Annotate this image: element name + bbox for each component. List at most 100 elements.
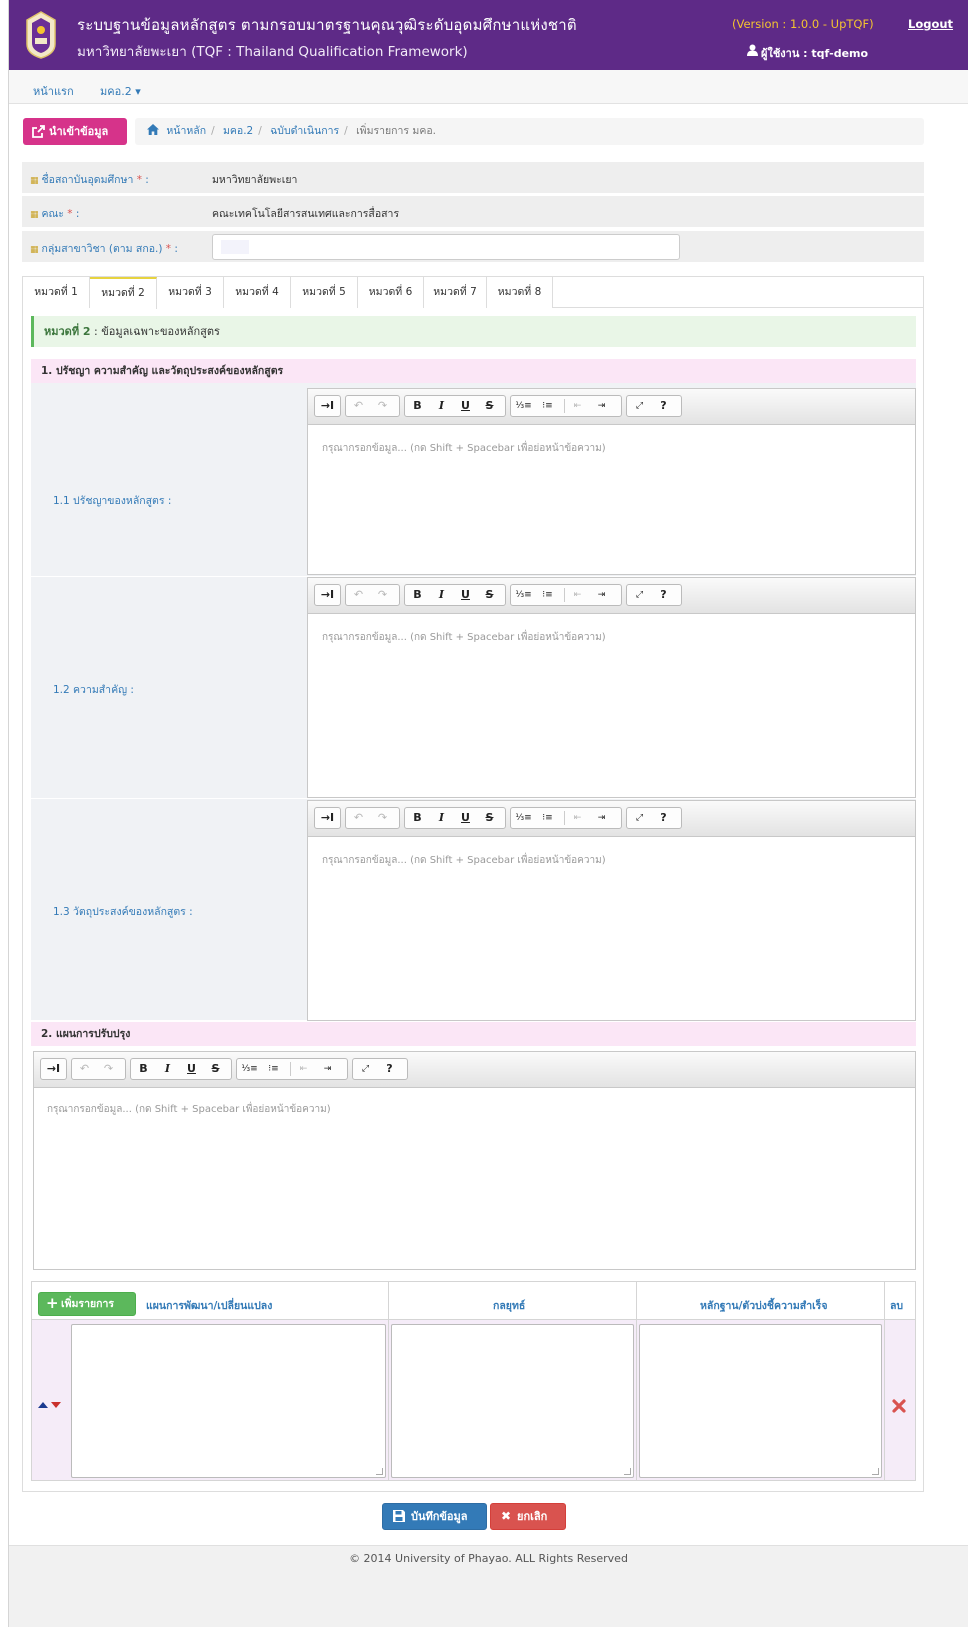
rich-text-editor-philosophy[interactable]: →I ↶ ↷ B I U S ⅓≡ ⁝≡ ⇤ ⇥ ⤢? กรุณากรอกข้อมูล... (กด … xyxy=(307,388,916,575)
tab-section-2[interactable]: หมวดที่ 2 xyxy=(90,277,157,309)
editor-redo-button[interactable]: ↷ xyxy=(373,808,392,828)
editor-placeholder[interactable]: กรุณากรอกข้อมูล... (กด Shift + Spacebar … xyxy=(322,630,606,645)
editor-indent2-button[interactable]: ⇥ xyxy=(318,1059,337,1079)
field-group-row: ▦ กลุ่มสาขาวิชา (ตาม สกอ.) * : xyxy=(22,231,924,262)
tab-section-7[interactable]: หมวดที่ 7 xyxy=(424,277,487,308)
editor-help-button[interactable]: ? xyxy=(380,1059,399,1079)
editor-help-button[interactable]: ? xyxy=(654,396,673,416)
resize-grip-icon[interactable] xyxy=(624,1468,631,1475)
editor-fullscreen-button[interactable]: ⤢ xyxy=(630,808,649,828)
tab-section-4[interactable]: หมวดที่ 4 xyxy=(224,277,291,308)
editor-button-group: ↶ ↷ xyxy=(71,1058,126,1080)
grid-icon: ▦ xyxy=(30,176,39,186)
editor-undo-button[interactable]: ↶ xyxy=(75,1059,94,1079)
editor-italic-button[interactable]: I xyxy=(158,1059,177,1079)
editor-placeholder[interactable]: กรุณากรอกข้อมูล... (กด Shift + Spacebar … xyxy=(322,853,606,868)
rich-text-editor-improvement-plan[interactable]: →I ↶ ↷ B I U S ⅓≡ ⁝≡ ⇤ ⇥ ⤢? กรุณากรอกข้อมูล... (กด … xyxy=(33,1051,916,1270)
editor-fullscreen-button[interactable]: ⤢ xyxy=(630,396,649,416)
editor-strike-button[interactable]: S xyxy=(480,396,499,416)
editor-help-button[interactable]: ? xyxy=(654,585,673,605)
editor-ol-button[interactable]: ⅓≡ xyxy=(514,585,533,605)
editor-placeholder[interactable]: กรุณากรอกข้อมูล... (กด Shift + Spacebar … xyxy=(47,1102,331,1117)
editor-bold-button[interactable]: B xyxy=(134,1059,153,1079)
editor-indent-button[interactable]: →I xyxy=(318,585,337,605)
editor-outdent-button[interactable]: ⇤ xyxy=(568,396,587,416)
editor-indent2-button[interactable]: ⇥ xyxy=(592,396,611,416)
field-group-input[interactable] xyxy=(212,234,680,260)
editor-ul-button[interactable]: ⁝≡ xyxy=(264,1059,283,1079)
resize-grip-icon[interactable] xyxy=(872,1468,879,1475)
editor-ul-button[interactable]: ⁝≡ xyxy=(538,808,557,828)
save-button[interactable]: บันทึกข้อมูล xyxy=(382,1503,487,1530)
editor-ul-button[interactable]: ⁝≡ xyxy=(538,396,557,416)
rich-text-editor-significance[interactable]: →I ↶ ↷ B I U S ⅓≡ ⁝≡ ⇤ ⇥ ⤢? กรุณากรอกข้อมูล... (กด … xyxy=(307,577,916,798)
editor-italic-button[interactable]: I xyxy=(432,808,451,828)
editor-redo-button[interactable]: ↷ xyxy=(373,396,392,416)
editor-fullscreen-button[interactable]: ⤢ xyxy=(356,1059,375,1079)
editor-button-group: ⅓≡ ⁝≡ ⇤ ⇥ xyxy=(236,1058,348,1080)
rich-text-editor-objectives[interactable]: →I ↶ ↷ B I U S ⅓≡ ⁝≡ ⇤ ⇥ ⤢? กรุณากรอกข้อมูล... (กด … xyxy=(307,800,916,1021)
app-subtitle: มหาวิทยาลัยพะเยา (TQF : Thailand Qualifi… xyxy=(77,44,468,60)
tab-section-3[interactable]: หมวดที่ 3 xyxy=(157,277,224,308)
tab-bar: หมวดที่ 1 หมวดที่ 2 หมวดที่ 3 หมวดที่ 4 … xyxy=(23,277,923,309)
delete-row-icon[interactable] xyxy=(892,1399,906,1413)
institution-row: ▦ ชื่อสถาบันอุดมศึกษา * : มหาวิทยาลัยพะเย… xyxy=(22,162,924,193)
tab-section-6[interactable]: หมวดที่ 6 xyxy=(358,277,424,308)
editor-strike-button[interactable]: S xyxy=(206,1059,225,1079)
editor-indent-button[interactable]: →I xyxy=(318,396,337,416)
editor-indent-button[interactable]: →I xyxy=(44,1059,63,1079)
editor-italic-button[interactable]: I xyxy=(432,396,451,416)
editor-outdent-button[interactable]: ⇤ xyxy=(294,1059,313,1079)
editor-indent-button[interactable]: →I xyxy=(318,808,337,828)
editor-ul-button[interactable]: ⁝≡ xyxy=(538,585,557,605)
editor-underline-button[interactable]: U xyxy=(456,585,475,605)
editor-undo-button[interactable]: ↶ xyxy=(349,396,368,416)
editor-button-group: ⅓≡ ⁝≡ ⇤ ⇥ xyxy=(510,395,622,417)
strategy-textarea[interactable] xyxy=(391,1324,634,1478)
editor-placeholder[interactable]: กรุณากรอกข้อมูล... (กด Shift + Spacebar … xyxy=(322,441,606,456)
editor-ol-button[interactable]: ⅓≡ xyxy=(240,1059,259,1079)
editor-indent2-button[interactable]: ⇥ xyxy=(592,585,611,605)
editor-fullscreen-button[interactable]: ⤢ xyxy=(630,585,649,605)
editor-ol-button[interactable]: ⅓≡ xyxy=(514,808,533,828)
editor-outdent-button[interactable]: ⇤ xyxy=(568,808,587,828)
editor-bold-button[interactable]: B xyxy=(408,585,427,605)
move-up-down-icon[interactable] xyxy=(37,1400,63,1410)
top-nav: หน้าแรก มคอ.2 ▾ xyxy=(9,70,968,104)
breadcrumb-draft[interactable]: ฉบับดำเนินการ xyxy=(270,125,339,137)
editor-bold-button[interactable]: B xyxy=(408,396,427,416)
editor-toolbar: →I ↶ ↷ B I U S ⅓≡ ⁝≡ ⇤ ⇥ ⤢? xyxy=(34,1052,915,1088)
tab-section-8[interactable]: หมวดที่ 8 xyxy=(487,277,553,308)
editor-underline-button[interactable]: U xyxy=(456,808,475,828)
tab-section-1[interactable]: หมวดที่ 1 xyxy=(23,277,90,308)
editor-strike-button[interactable]: S xyxy=(480,808,499,828)
cancel-button[interactable]: ✖ ยกเลิก xyxy=(490,1503,566,1530)
plan-textarea[interactable] xyxy=(71,1324,386,1478)
editor-underline-button[interactable]: U xyxy=(456,396,475,416)
editor-underline-button[interactable]: U xyxy=(182,1059,201,1079)
editor-redo-button[interactable]: ↷ xyxy=(99,1059,118,1079)
evidence-textarea[interactable] xyxy=(639,1324,882,1478)
editor-ol-button[interactable]: ⅓≡ xyxy=(514,396,533,416)
editor-button-group: ⅓≡ ⁝≡ ⇤ ⇥ xyxy=(510,807,622,829)
import-data-button[interactable]: นำเข้าข้อมูล xyxy=(23,118,127,145)
breadcrumb: หน้าหลัก / มคอ.2/ ฉบับดำเนินการ / เพิ่มราย… xyxy=(135,118,924,145)
nav-mko2-dropdown[interactable]: มคอ.2 ▾ xyxy=(100,82,141,100)
editor-undo-button[interactable]: ↶ xyxy=(349,808,368,828)
editor-undo-button[interactable]: ↶ xyxy=(349,585,368,605)
editor-outdent-button[interactable]: ⇤ xyxy=(568,585,587,605)
editor-button-group: ↶ ↷ xyxy=(345,395,400,417)
editor-bold-button[interactable]: B xyxy=(408,808,427,828)
nav-home-link[interactable]: หน้าแรก xyxy=(33,82,74,100)
add-row-button[interactable]: + เพิ่มรายการ xyxy=(38,1292,136,1316)
editor-redo-button[interactable]: ↷ xyxy=(373,585,392,605)
resize-grip-icon[interactable] xyxy=(376,1468,383,1475)
editor-help-button[interactable]: ? xyxy=(654,808,673,828)
editor-strike-button[interactable]: S xyxy=(480,585,499,605)
breadcrumb-mko2[interactable]: มคอ.2 xyxy=(223,125,253,137)
editor-italic-button[interactable]: I xyxy=(432,585,451,605)
breadcrumb-home[interactable]: หน้าหลัก xyxy=(166,125,206,137)
logout-link[interactable]: Logout xyxy=(908,17,953,31)
tab-section-5[interactable]: หมวดที่ 5 xyxy=(291,277,358,308)
editor-indent2-button[interactable]: ⇥ xyxy=(592,808,611,828)
